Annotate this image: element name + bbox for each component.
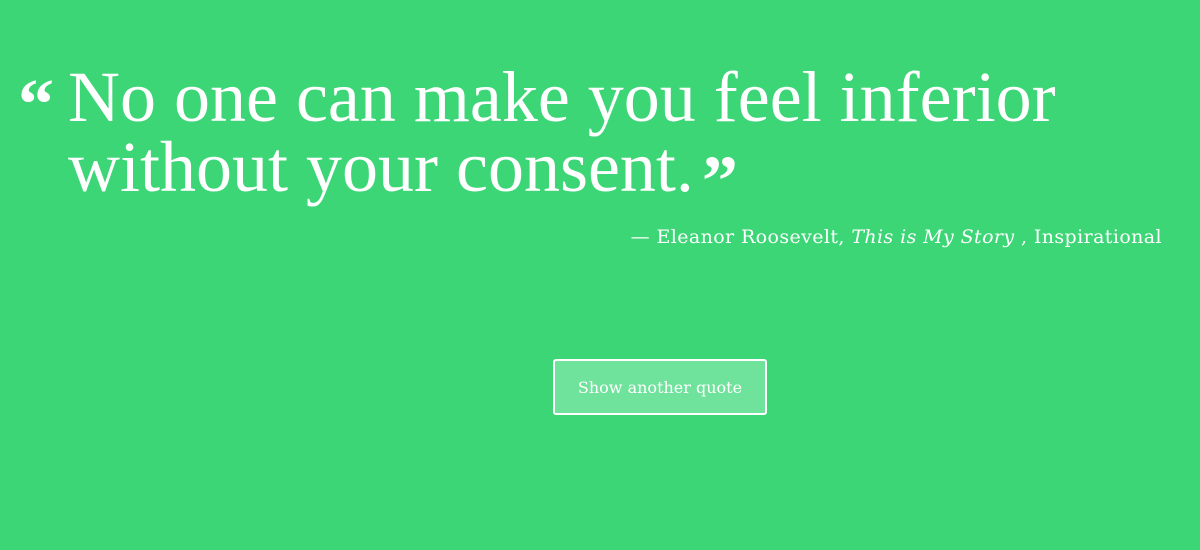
attribution-dash: — [630,226,650,248]
show-another-quote-button[interactable]: Show another quote [553,359,767,415]
open-quote-mark-icon: “ [18,64,54,144]
quote-text: No one can make you feel inferior withou… [68,57,1056,207]
quote-source: This is My Story [851,226,1015,248]
quote-text-container: No one can make you feel inferior withou… [68,61,1178,217]
quote-attribution: — Eleanor Roosevelt, This is My Story , … [631,226,1162,248]
quote-category: , Inspirational [1020,226,1162,248]
close-quote-mark-icon: ” [701,141,738,221]
quote-block: “ No one can make you feel inferior with… [18,61,1178,217]
quote-author: Eleanor Roosevelt, [656,226,845,248]
